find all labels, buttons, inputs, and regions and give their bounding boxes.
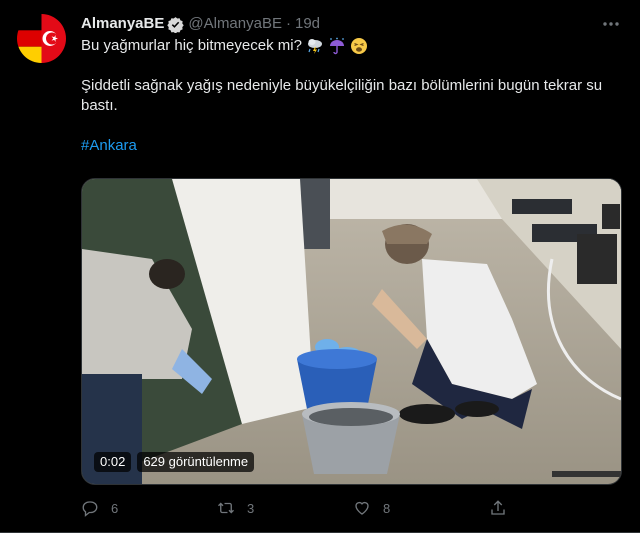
hashtag-link[interactable]: #Ankara [81, 137, 137, 154]
author-name[interactable]: AlmanyaBE [81, 14, 164, 34]
reply-count: 6 [111, 500, 119, 516]
like-button[interactable]: 8 [353, 499, 489, 517]
separator: · [285, 15, 291, 32]
author-handle[interactable]: @AlmanyaBE [188, 14, 282, 34]
share-button[interactable] [489, 499, 625, 517]
video-frame [82, 179, 621, 484]
verified-badge-icon [167, 16, 185, 33]
tweet-header: AlmanyaBE @AlmanyaBE · 19d [81, 14, 320, 34]
video-overlay: 0:02 629 görüntülenme [94, 452, 255, 472]
storm-emoji [306, 37, 324, 55]
weary-face-emoji [350, 37, 368, 55]
retweet-count: 3 [247, 500, 255, 516]
video-views: 629 görüntülenme [137, 452, 255, 472]
timestamp[interactable]: 19d [295, 14, 320, 34]
like-count: 8 [383, 500, 391, 516]
share-icon [491, 500, 505, 515]
avatar[interactable] [17, 14, 66, 63]
more-icon[interactable] [600, 14, 622, 34]
tweet: AlmanyaBE @AlmanyaBE · 19d Bu yağmurlar … [0, 0, 640, 533]
reply-icon [82, 501, 98, 517]
tweet-line-2: Şiddetli sağnak yağış nedeniyle büyükelç… [81, 77, 603, 114]
reply-button[interactable]: 6 [81, 499, 217, 517]
video-player[interactable]: 0:02 629 görüntülenme [81, 178, 622, 485]
video-duration: 0:02 [94, 452, 132, 472]
retweet-icon [218, 502, 234, 514]
umbrella-rain-emoji [328, 37, 346, 55]
tweet-line-1: Bu yağmurlar hiç bitmeyecek mi? [81, 37, 302, 54]
like-icon [355, 501, 369, 515]
tweet-text: Bu yağmurlar hiç bitmeyecek mi? Şiddetli… [81, 36, 626, 156]
retweet-button[interactable]: 3 [217, 499, 353, 517]
action-bar: 6 3 8 [81, 496, 626, 520]
